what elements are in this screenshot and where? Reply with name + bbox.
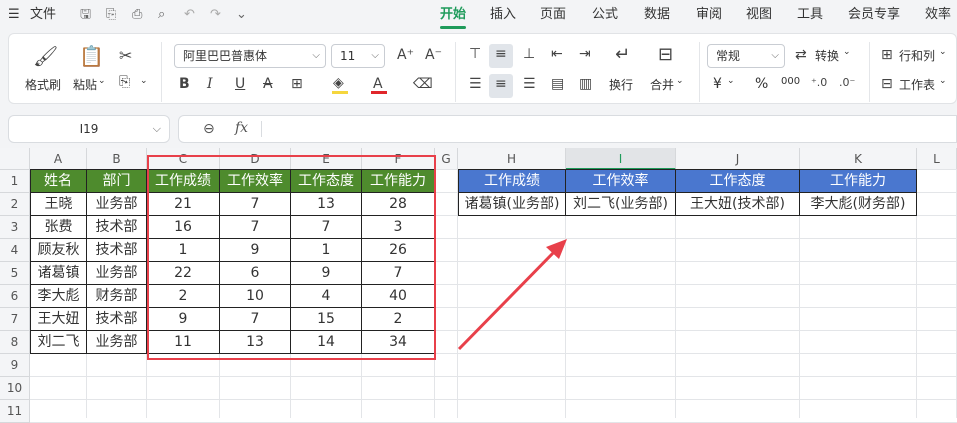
more-chevron-icon[interactable]: ⌄ [236,7,247,23]
ribbon-separator [455,42,456,102]
tab-tools[interactable]: 工具 [797,7,823,23]
copy-dropdown-icon[interactable]: ⌄ [140,76,148,86]
ribbon-separator [869,42,870,102]
ribbon-separator [699,42,700,102]
fill-color-bar [332,91,348,94]
merge-dropdown-icon[interactable]: ⌄ [676,76,684,86]
currency-dropdown-icon[interactable]: ⌄ [727,76,735,86]
worksheet-dropdown-icon[interactable]: ⌄ [939,76,947,86]
distribute-icon[interactable]: ▥ [579,76,592,92]
font-size-dropdown[interactable]: 11 ⌵ [331,44,385,68]
decrease-decimal-icon[interactable]: .0⁻ [839,76,855,89]
font-size-value: 11 [340,49,356,63]
convert-icon[interactable]: ⇄ [795,47,807,63]
copy-icon[interactable]: ⎘ [119,74,130,90]
bold-icon[interactable]: B [179,76,190,92]
merge-cells-button[interactable]: 合并 [650,76,674,93]
chevron-down-icon: ⌵ [152,122,161,135]
convert-button[interactable]: 转换 [815,47,839,64]
rows-cols-icon[interactable]: ⊞ [881,47,893,63]
print-icon[interactable]: ⎙ [132,7,142,23]
convert-dropdown-icon[interactable]: ⌄ [843,47,851,57]
paste-button[interactable]: 粘贴 [73,76,97,93]
rows-cols-button[interactable]: 行和列 [899,47,935,64]
tab-insert[interactable]: 插入 [490,7,516,23]
increase-decimal-icon[interactable]: ⁺.0 [811,76,827,89]
font-color-bar [371,91,387,94]
active-tab-underline [440,26,466,29]
align-left-icon[interactable]: ☰ [469,76,482,92]
spreadsheet-grid[interactable]: ABCDEFGHIJKL 1 2 3 4 5 6 7 8 9 10 11 姓名 部门 工作成绩 工作效率工… [0,148,957,423]
thousands-button[interactable]: 000 [781,76,800,87]
tab-formula[interactable]: 公式 [592,7,618,23]
increase-indent-icon[interactable]: ⇥ [579,46,591,62]
percent-button[interactable]: % [755,76,768,92]
align-center-icon[interactable]: ≡ [495,76,507,92]
ribbon: 🖌 格式刷 📋 粘贴 ⌄ ✂ ⎘ ⌄ 阿里巴巴普惠体 ⌵ 11 ⌵ A⁺ A⁻ … [0,30,957,108]
rows-cols-dropdown-icon[interactable]: ⌄ [939,47,947,57]
align-middle-icon[interactable]: ≡ [495,46,507,62]
menu-bar: ☰ 文件 🖫 ⎘ ⎙ ⌕ ↶ ↷ ⌄ 开始 插入 页面 公式 数据 审阅 视图 … [0,0,957,30]
merge-cells-icon[interactable]: ⊟ [658,44,673,65]
annotation-arrow-layer [457,239,567,351]
formula-box[interactable]: ⊖ fx [178,115,957,143]
name-box[interactable]: I19 ⌵ [8,115,170,143]
tab-member[interactable]: 会员专享 [848,7,900,23]
clear-format-icon[interactable]: ⌫ [413,76,433,92]
number-format-value: 常规 [716,49,741,63]
print-preview-icon[interactable]: ⌕ [158,7,165,23]
align-right-icon[interactable]: ☰ [523,76,536,92]
justify-icon[interactable]: ▤ [551,76,564,92]
formula-bar: I19 ⌵ ⊖ fx [0,108,957,148]
font-color-icon[interactable]: A [373,76,383,92]
wrap-text-button[interactable]: 换行 [609,76,633,93]
worksheet-icon[interactable]: ⊟ [881,76,893,92]
font-name-value: 阿里巴巴普惠体 [183,49,268,63]
tab-page[interactable]: 页面 [540,7,566,23]
hamburger-menu-icon[interactable]: ☰ [8,7,20,23]
currency-button[interactable]: ¥ [713,76,722,92]
number-format-dropdown[interactable]: 常规 ⌵ [707,44,785,68]
fx-icon[interactable]: fx [235,120,248,136]
strikethrough-icon[interactable]: A [263,76,273,92]
tab-view[interactable]: 视图 [746,7,772,23]
tab-data[interactable]: 数据 [644,7,670,23]
chevron-down-icon: ⌵ [371,50,379,61]
format-painter-button[interactable]: 格式刷 [25,76,61,93]
decrease-indent-icon[interactable]: ⇤ [551,46,563,62]
annotation-arrow-line [457,248,558,351]
share-icon[interactable]: ⎘ [106,7,116,23]
chevron-down-icon: ⌵ [771,50,779,61]
fill-color-icon[interactable]: ◈ [333,75,344,91]
chevron-down-icon: ⌵ [312,50,320,61]
ribbon-panel: 🖌 格式刷 📋 粘贴 ⌄ ✂ ⎘ ⌄ 阿里巴巴普惠体 ⌵ 11 ⌵ A⁺ A⁻ … [8,33,957,104]
redo-icon[interactable]: ↷ [210,7,221,23]
save-icon[interactable]: 🖫 [80,7,91,23]
file-menu[interactable]: 文件 [30,7,56,23]
ribbon-separator [161,42,162,102]
increase-font-icon[interactable]: A⁺ [397,47,414,63]
tab-home[interactable]: 开始 [440,7,466,23]
format-painter-icon[interactable]: 🖌 [33,44,58,68]
tab-review[interactable]: 审阅 [696,7,722,23]
wrap-text-icon[interactable]: ↵ [615,44,630,65]
undo-icon[interactable]: ↶ [184,7,195,23]
paste-dropdown-icon[interactable]: ⌄ [98,76,106,86]
cell-reference: I19 [79,122,99,136]
paste-icon[interactable]: 📋 [79,44,104,68]
cut-icon[interactable]: ✂ [119,46,132,65]
align-top-icon[interactable]: ⊤ [469,46,481,62]
align-bottom-icon[interactable]: ⊥ [523,46,535,62]
zoom-icon[interactable]: ⊖ [203,121,215,137]
underline-icon[interactable]: U [235,76,245,92]
decrease-font-icon[interactable]: A⁻ [425,47,442,63]
tab-efficiency[interactable]: 效率 [925,7,951,23]
italic-icon[interactable]: I [207,76,213,92]
worksheet-button[interactable]: 工作表 [899,76,935,93]
formula-separator [261,121,262,137]
font-name-dropdown[interactable]: 阿里巴巴普惠体 ⌵ [174,44,326,68]
border-icon[interactable]: ⊞ [291,76,303,92]
